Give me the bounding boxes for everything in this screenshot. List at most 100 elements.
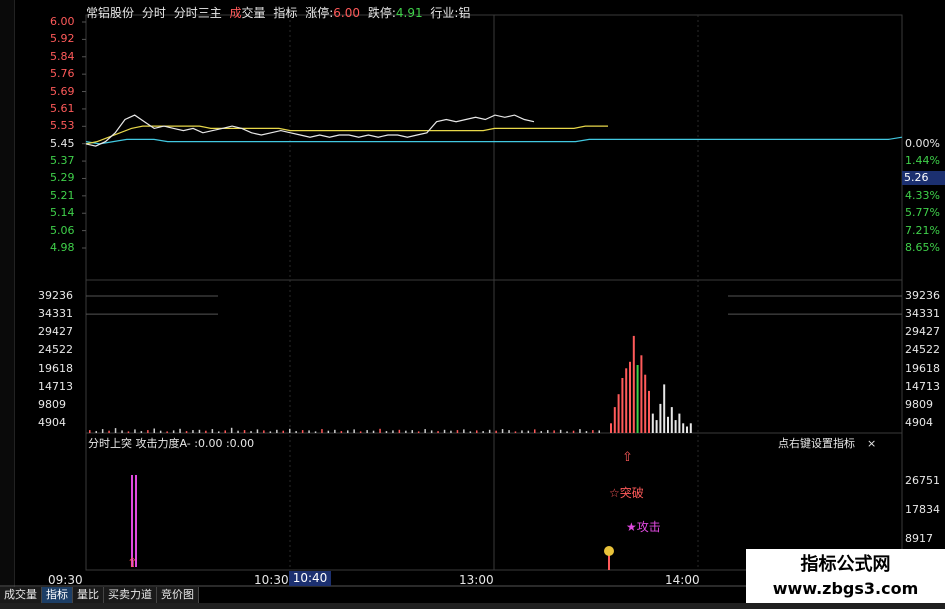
volume-bar — [566, 431, 568, 433]
volume-bar — [327, 430, 330, 433]
percent-tick-label: 1.44% — [905, 154, 940, 168]
tab-indicator[interactable]: 指标 — [273, 6, 297, 20]
signal-breakout-label: ☆突破 — [609, 486, 644, 500]
volume-bar — [353, 429, 355, 433]
volume-bar — [205, 430, 207, 433]
cursor-price-badge: 5.26 — [902, 171, 945, 186]
volume-bar — [340, 431, 343, 433]
volume-bar — [651, 413, 654, 433]
tab-2[interactable]: 量比 — [73, 587, 104, 603]
volume-bars — [89, 335, 692, 433]
watermark-url: www.zbgs3.com — [772, 579, 919, 598]
limit-down-value: 4.91 — [395, 6, 423, 20]
volume-tick-label: 34331 — [38, 307, 73, 321]
close-icon[interactable]: × — [867, 437, 876, 450]
volume-bar — [159, 430, 162, 433]
volume-bar — [147, 430, 149, 433]
volume-bar — [379, 428, 381, 433]
signal-attack-label: ★攻击 — [626, 520, 661, 534]
volume-bar — [211, 429, 214, 433]
time-label: 09:30 — [48, 573, 83, 587]
volume-bar — [621, 378, 624, 433]
volume-bar — [553, 430, 555, 433]
volume-bar — [198, 429, 201, 433]
volume-bar — [469, 431, 472, 433]
volume-bar — [282, 430, 284, 433]
volume-bar — [613, 407, 616, 433]
chart-title-bar: 常铝股份 分时 分时三主 成交量 指标 涨停:6.00 跌停:4.91 行业:铝 — [86, 4, 536, 20]
tab-fenshi-sanzhu[interactable]: 分时三主 — [174, 6, 222, 20]
volume-bar — [321, 429, 323, 433]
price-tick-label: 5.37 — [50, 154, 75, 168]
indicator-signal-bar — [131, 475, 133, 567]
tab-3[interactable]: 买卖力道 — [104, 587, 157, 603]
volume-bar — [636, 365, 639, 433]
volume-tick-label: 4904 — [905, 416, 933, 429]
volume-bar — [547, 430, 549, 433]
volume-bar — [417, 431, 420, 433]
volume-bar — [648, 390, 650, 433]
volume-bar — [411, 430, 413, 433]
volume-bar — [501, 429, 504, 433]
volume-bar — [347, 430, 349, 433]
volume-bar — [424, 429, 426, 433]
tab-volume[interactable]: 成交量 — [230, 6, 266, 20]
volume-bar — [398, 429, 401, 433]
volume-bar — [450, 430, 452, 433]
percent-tick-label: 7.21% — [905, 223, 940, 237]
volume-bar — [632, 335, 635, 433]
volume-bar — [617, 394, 620, 433]
volume-tick-label: 34331 — [905, 307, 940, 321]
volume-bar — [392, 430, 394, 433]
volume-bar — [655, 420, 658, 433]
percent-tick-label: 4.33% — [905, 188, 940, 202]
percent-tick-label: 5.77% — [905, 206, 940, 220]
volume-bar — [629, 361, 631, 433]
volume-bar — [101, 429, 104, 433]
volume-bar — [437, 431, 439, 433]
volume-tick-label: 9809 — [38, 397, 66, 411]
volume-bar — [134, 429, 136, 433]
tab-1[interactable]: 指标 — [42, 587, 73, 603]
intraday-chart[interactable] — [0, 0, 945, 609]
volume-bar — [682, 423, 685, 433]
volume-tick-label: 29427 — [38, 325, 73, 339]
volume-bar — [540, 431, 542, 433]
volume-bar — [495, 430, 497, 433]
indicator-marks — [131, 475, 614, 570]
volume-tick-label: 4904 — [38, 416, 66, 429]
volume-bar — [269, 431, 272, 433]
volume-bar — [243, 430, 246, 433]
volume-bar — [592, 430, 594, 433]
tab-4[interactable]: 竞价图 — [157, 587, 199, 603]
volume-tick-label: 24522 — [38, 343, 73, 357]
watermark-title: 指标公式网 — [800, 554, 891, 575]
indicator-settings-hint[interactable]: 点右键设置指标 × — [778, 435, 876, 451]
volume-bar — [166, 431, 168, 433]
volume-bar — [430, 430, 433, 433]
volume-bar — [640, 355, 643, 433]
limit-up-label: 涨停: — [305, 6, 334, 20]
tab-fenshi[interactable]: 分时 — [142, 6, 166, 20]
time-cursor: 10:40 — [289, 571, 331, 586]
time-label: 14:00 — [665, 573, 700, 587]
volume-bar — [295, 431, 297, 433]
volume-bar — [463, 429, 465, 433]
volume-bar — [334, 429, 336, 433]
volume-bar — [121, 430, 123, 433]
price-tick-label: 5.76 — [50, 67, 75, 81]
volume-bar — [153, 428, 155, 433]
volume-bar — [488, 429, 491, 433]
volume-bar — [405, 430, 407, 433]
volume-bar — [689, 423, 692, 433]
tab-volume-char: 成 — [229, 6, 242, 20]
volume-bar — [443, 429, 446, 433]
price-tick-label: 5.21 — [50, 188, 75, 202]
volume-bar — [308, 430, 310, 433]
volume-bar — [579, 429, 581, 433]
tab-0[interactable]: 成交量 — [0, 587, 42, 603]
indicator-tabs: 成交量 指标 量比 买卖力道 竞价图 — [0, 587, 199, 603]
volume-bar — [179, 428, 181, 433]
volume-bar — [224, 430, 226, 433]
volume-bar — [140, 431, 143, 433]
